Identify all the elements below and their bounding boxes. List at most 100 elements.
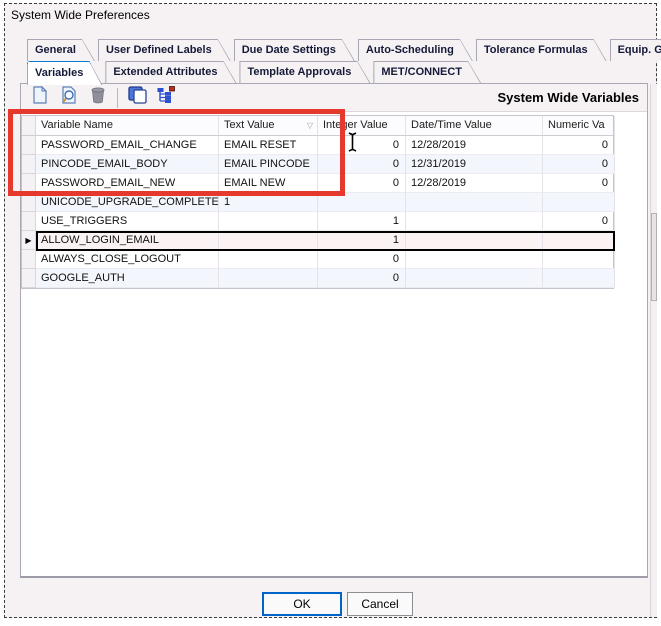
tab-variables-active[interactable]: Variables — [27, 61, 102, 85]
cell-datetime-value[interactable]: 12/31/2019 — [406, 155, 543, 174]
table-row-selected[interactable]: ▶ ALLOW_LOGIN_EMAIL 1 — [22, 231, 613, 250]
cell-text-value[interactable]: EMAIL NEW — [219, 174, 318, 193]
cell-variable-name[interactable]: PASSWORD_EMAIL_CHANGE — [36, 136, 219, 155]
tab-due-date-settings[interactable]: Due Date Settings — [234, 39, 355, 61]
cell-integer-value[interactable]: 1 — [318, 212, 406, 231]
cell-numeric-value[interactable]: 0 — [543, 155, 615, 174]
row-selector[interactable] — [22, 155, 36, 174]
cell-variable-name[interactable]: PINCODE_EMAIL_BODY — [36, 155, 219, 174]
cell-text-value[interactable] — [219, 231, 318, 250]
vertical-scrollbar[interactable] — [650, 84, 657, 617]
column-header-text-value[interactable]: Text Value ▽ — [219, 116, 318, 136]
screenshot-stage: System Wide Preferences General User Def… — [0, 0, 661, 626]
row-selector[interactable] — [22, 250, 36, 269]
cell-datetime-value[interactable] — [406, 269, 543, 288]
table-row[interactable]: PASSWORD_EMAIL_NEW EMAIL NEW 0 12/28/201… — [22, 174, 613, 193]
panel-title: System Wide Variables — [497, 90, 639, 105]
column-header-integer-value[interactable]: Integer Value — [318, 116, 406, 136]
cell-variable-name[interactable]: ALLOW_LOGIN_EMAIL — [36, 231, 219, 250]
cell-numeric-value[interactable] — [543, 193, 615, 212]
cell-text-value[interactable]: EMAIL PINCODE — [219, 155, 318, 174]
table-row[interactable]: ALWAYS_CLOSE_LOGOUT 0 — [22, 250, 613, 269]
cell-integer-value[interactable]: 0 — [318, 136, 406, 155]
delete-record-button[interactable] — [88, 88, 108, 108]
cell-numeric-value[interactable]: 0 — [543, 136, 615, 155]
cell-integer-value[interactable]: 0 — [318, 269, 406, 288]
column-header-datetime-value[interactable]: Date/Time Value — [406, 116, 543, 136]
tab-label: Auto-Scheduling — [359, 40, 472, 61]
row-selector[interactable] — [22, 174, 36, 193]
cell-variable-name[interactable]: GOOGLE_AUTH — [36, 269, 219, 288]
copy-record-icon — [128, 86, 147, 109]
cell-numeric-value[interactable]: 0 — [543, 212, 615, 231]
preview-record-button[interactable] — [59, 88, 79, 108]
cell-text-value[interactable]: EMAIL RESET — [219, 136, 318, 155]
dialog-title: System Wide Preferences — [11, 8, 150, 22]
tab-met-connect[interactable]: MET/CONNECT — [373, 61, 481, 83]
cell-integer-value[interactable]: 0 — [318, 155, 406, 174]
cell-integer-value[interactable]: 0 — [318, 250, 406, 269]
row-selector[interactable] — [22, 212, 36, 231]
scrollbar-thumb[interactable] — [651, 213, 657, 301]
tab-equip-groups[interactable]: Equip. Groups — [610, 39, 661, 61]
row-selector[interactable] — [22, 136, 36, 155]
delete-record-icon — [90, 86, 106, 109]
column-header-label: Text Value — [224, 116, 275, 135]
tab-general[interactable]: General — [27, 39, 95, 61]
variables-tab-page: System Wide Variables Variable Name Text… — [20, 83, 648, 578]
sort-descending-icon[interactable]: ▽ — [307, 116, 317, 135]
cell-integer-value[interactable]: 1 — [318, 231, 406, 250]
table-row[interactable]: USE_TRIGGERS 1 0 — [22, 212, 613, 231]
tab-label: MET/CONNECT — [374, 62, 480, 83]
tab-template-approvals[interactable]: Template Approvals — [239, 61, 370, 83]
table-row[interactable]: PINCODE_EMAIL_BODY EMAIL PINCODE 0 12/31… — [22, 155, 613, 174]
tab-label: User Defined Labels — [99, 40, 230, 61]
row-selector-current[interactable]: ▶ — [22, 231, 36, 250]
column-header-variable-name[interactable]: Variable Name — [36, 116, 219, 136]
grid-header-row: Variable Name Text Value▽ Integer Value … — [22, 116, 613, 136]
toolbar-separator — [117, 88, 118, 108]
cell-datetime-value[interactable] — [406, 193, 543, 212]
tab-row-2: Variables Extended Attributes Template A… — [27, 61, 481, 85]
table-row[interactable]: UNICODE_UPGRADE_COMPLETE 1 — [22, 193, 613, 212]
table-row[interactable]: GOOGLE_AUTH 0 — [22, 269, 613, 288]
tab-row-1: General User Defined Labels Due Date Set… — [27, 39, 661, 61]
cell-text-value[interactable] — [219, 269, 318, 288]
cell-datetime-value[interactable] — [406, 250, 543, 269]
cell-datetime-value[interactable] — [406, 231, 543, 250]
cell-datetime-value[interactable] — [406, 212, 543, 231]
copy-record-button[interactable] — [127, 88, 147, 108]
cell-variable-name[interactable]: PASSWORD_EMAIL_NEW — [36, 174, 219, 193]
tab-tolerance-formulas[interactable]: Tolerance Formulas — [476, 39, 607, 61]
cell-integer-value[interactable]: 0 — [318, 174, 406, 193]
cell-datetime-value[interactable]: 12/28/2019 — [406, 136, 543, 155]
cell-numeric-value[interactable] — [543, 250, 615, 269]
new-record-button[interactable] — [30, 88, 50, 108]
tree-edit-button[interactable] — [156, 88, 176, 108]
cell-numeric-value[interactable]: 0 — [543, 174, 615, 193]
cell-numeric-value[interactable] — [543, 231, 615, 250]
cell-variable-name[interactable]: USE_TRIGGERS — [36, 212, 219, 231]
row-selector[interactable] — [22, 269, 36, 288]
column-header-numeric-value[interactable]: Numeric Va — [543, 116, 615, 136]
preview-record-icon — [60, 86, 78, 109]
tab-label: Variables — [28, 62, 101, 85]
variables-grid: Variable Name Text Value▽ Integer Value … — [21, 115, 614, 289]
cell-numeric-value[interactable] — [543, 269, 615, 288]
tab-user-defined-labels[interactable]: User Defined Labels — [98, 39, 231, 61]
ok-button[interactable]: OK — [262, 592, 342, 616]
tab-auto-scheduling[interactable]: Auto-Scheduling — [358, 39, 473, 61]
cell-text-value[interactable] — [219, 212, 318, 231]
tab-label: Due Date Settings — [235, 40, 354, 61]
table-row[interactable]: PASSWORD_EMAIL_CHANGE EMAIL RESET 0 12/2… — [22, 136, 613, 155]
cell-variable-name[interactable]: ALWAYS_CLOSE_LOGOUT — [36, 250, 219, 269]
cell-integer-value[interactable] — [318, 193, 406, 212]
tab-extended-attributes[interactable]: Extended Attributes — [105, 61, 236, 83]
cell-text-value[interactable]: 1 — [219, 193, 318, 212]
row-selector[interactable] — [22, 193, 36, 212]
tab-label: Extended Attributes — [106, 62, 235, 83]
cell-text-value[interactable] — [219, 250, 318, 269]
cell-datetime-value[interactable]: 12/28/2019 — [406, 174, 543, 193]
cell-variable-name[interactable]: UNICODE_UPGRADE_COMPLETE — [36, 193, 219, 212]
cancel-button[interactable]: Cancel — [347, 592, 413, 616]
